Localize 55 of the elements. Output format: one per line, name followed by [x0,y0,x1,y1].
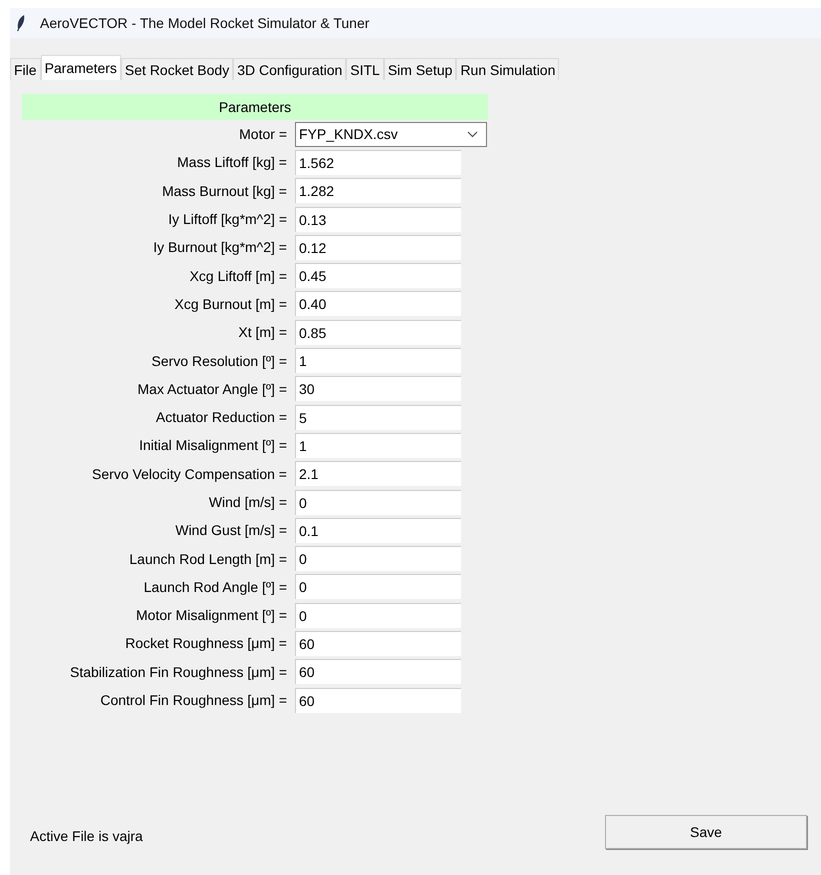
input-field[interactable]: 1.562 [295,150,461,175]
input-field[interactable]: 0 [295,574,461,600]
input-field[interactable]: 1 [295,432,461,458]
input-field[interactable]: 60 [295,630,461,656]
field-label: Rocket Roughness [μm] = [124,635,288,652]
field-label: Xcg Burnout [m] = [174,296,288,312]
field-label: Launch Rod Length [m] = [128,550,288,567]
tab[interactable]: SITL [346,58,384,80]
field-label: Mass Liftoff [kg] = [176,154,288,170]
field-label: Wind [m/s] = [208,494,288,510]
field-label: Xt [m] = [237,324,288,340]
input-field[interactable]: 1 [295,348,461,374]
tab[interactable]: 3D Configuration [233,58,346,80]
tab[interactable]: Sim Setup [384,58,456,80]
tab[interactable]: Set Rocket Body [120,58,234,80]
input-field[interactable]: 0.1 [295,518,461,543]
field-label: Motor Misalignment [º] = [135,607,288,624]
input-field[interactable]: 60 [295,659,461,684]
field-label: Control Fin Roughness [μm] = [99,692,288,708]
field-label: Actuator Reduction = [154,409,288,426]
input-field[interactable]: 0.40 [295,291,461,316]
field-label: Servo Resolution [º] = [150,352,288,369]
input-field[interactable]: 0.45 [295,263,461,288]
chevron-down-icon [467,130,478,138]
input-field[interactable]: 30 [295,376,461,402]
window-title: AeroVECTOR - The Model Rocket Simulator & Tuner [40,15,370,31]
input-field[interactable]: 60 [295,688,461,713]
field-label: Wind Gust [m/s] = [174,522,288,538]
input-field[interactable]: 0 [295,546,461,572]
field-label: Mass Burnout [kg] = [161,182,288,199]
input-field[interactable]: 2.1 [295,461,461,486]
section-header: Parameters [22,94,488,120]
tab[interactable]: Run Simulation [456,58,560,80]
input-field[interactable]: 0 [295,602,461,628]
status-text: Active File is vajra [30,827,143,844]
field-label: Servo Velocity Compensation = [91,466,288,482]
tab[interactable]: File [10,58,41,80]
input-field[interactable]: 1.282 [295,178,461,204]
field-label: Iy Burnout [kg*m^2] = [152,239,288,256]
input-field[interactable]: 0.85 [295,320,461,345]
field-label: Launch Rod Angle [º] = [142,578,288,595]
tab[interactable]: Parameters [40,55,121,80]
field-label: Initial Misalignment [º] = [138,437,288,454]
feather-icon [16,14,26,32]
field-label: Iy Liftoff [kg*m^2] = [167,211,288,228]
save-button[interactable]: Save [605,815,807,849]
field-label: Xcg Liftoff [m] = [188,268,288,284]
input-field[interactable]: 0.13 [295,206,461,232]
field-label: Max Actuator Angle [º] = [136,380,288,397]
field-label: Stabilization Fin Roughness [μm] = [68,664,288,680]
input-field[interactable]: 5 [295,404,461,430]
input-field[interactable]: 0 [295,490,461,514]
motor-dropdown[interactable]: FYP_KNDX.csv [295,122,487,147]
input-field[interactable]: 0.12 [295,234,461,260]
field-label: Motor = [238,126,288,142]
